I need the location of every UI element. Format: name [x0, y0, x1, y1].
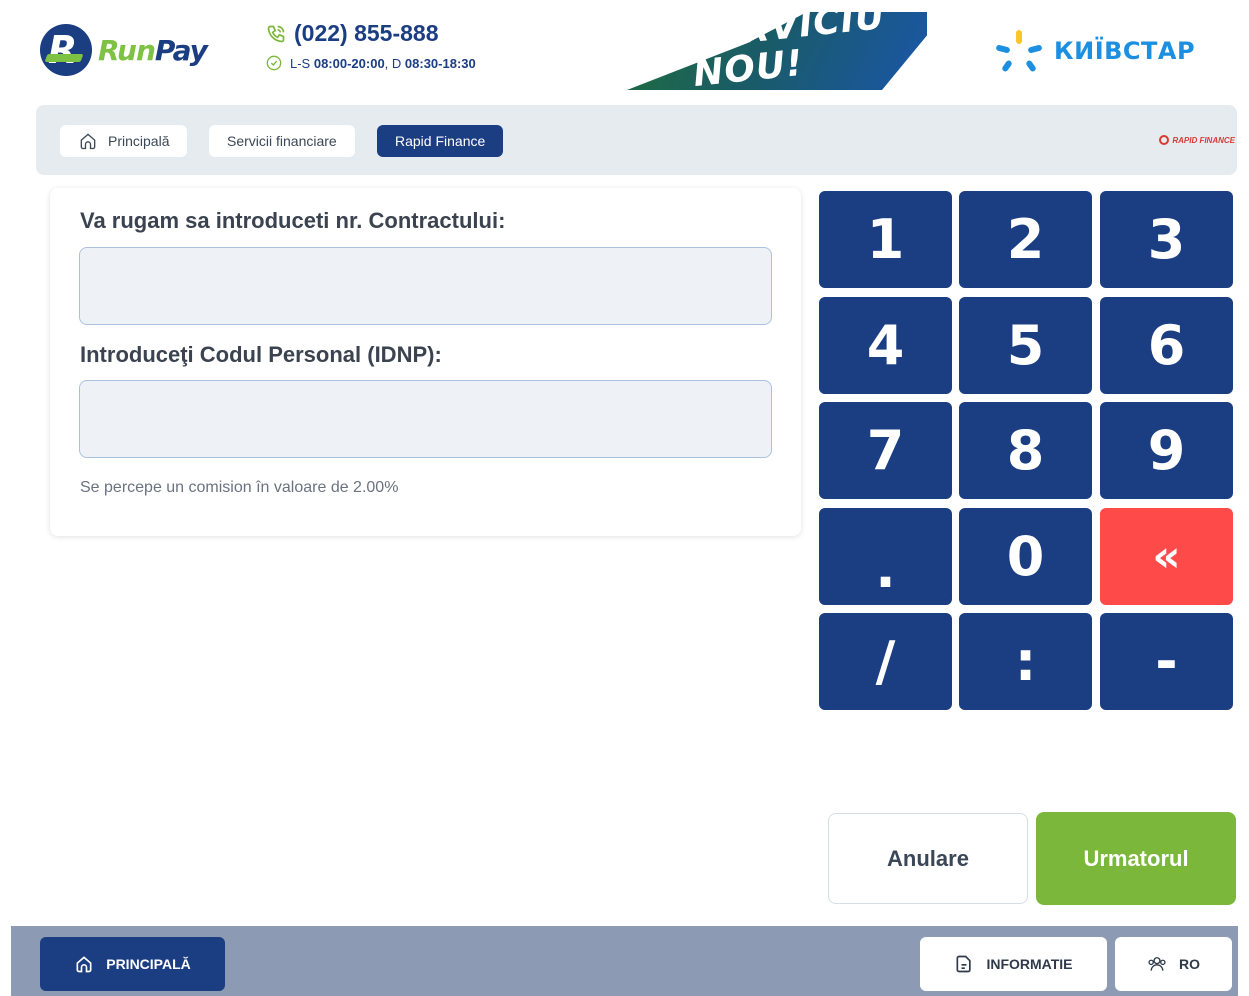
- footer-bar: PRINCIPALĂ INFORMATIE RO: [11, 926, 1238, 996]
- contact-info: (022) 855-888 L-S 08:00-20:00, D 08:30-1…: [266, 20, 476, 71]
- key-9[interactable]: 9: [1100, 402, 1233, 499]
- runpay-logo-text: RunPay: [98, 33, 208, 67]
- contract-label: Va rugam sa introduceti nr. Contractului…: [80, 208, 506, 233]
- breadcrumb-home[interactable]: Principală: [60, 125, 188, 157]
- users-icon: [1148, 957, 1166, 971]
- footer-home-button[interactable]: PRINCIPALĂ: [40, 937, 225, 991]
- home-icon: [80, 133, 96, 150]
- contract-number-input[interactable]: [79, 247, 772, 325]
- key-6[interactable]: 6: [1100, 297, 1233, 394]
- key-colon[interactable]: :: [959, 613, 1092, 710]
- language-button[interactable]: RO: [1115, 937, 1232, 991]
- breadcrumb-rapid-finance[interactable]: Rapid Finance: [377, 125, 504, 157]
- key-dot[interactable]: .: [819, 508, 952, 605]
- idnp-label: Introduceţi Codul Personal (IDNP):: [80, 342, 442, 367]
- key-8[interactable]: 8: [959, 402, 1092, 499]
- key-4[interactable]: 4: [819, 297, 952, 394]
- key-slash[interactable]: /: [819, 613, 952, 710]
- backspace-key[interactable]: «: [1100, 508, 1233, 605]
- hours-text: L-S 08:00-20:00, D 08:30-18:30: [290, 55, 476, 71]
- idnp-input[interactable]: [79, 380, 772, 458]
- key-7[interactable]: 7: [819, 402, 952, 499]
- key-5[interactable]: 5: [959, 297, 1092, 394]
- key-1[interactable]: 1: [819, 191, 952, 288]
- phone-number: (022) 855-888: [294, 20, 439, 46]
- working-hours: L-S 08:00-20:00, D 08:30-18:30: [266, 55, 476, 71]
- runpay-logo-mark: R: [40, 24, 92, 76]
- kyivstar-logo: КИЇВСТАР: [994, 28, 1195, 74]
- breadcrumb-financial-services[interactable]: Servicii financiare: [209, 125, 355, 157]
- breadcrumb: Principală Servicii financiare Rapid Fin…: [36, 105, 1237, 175]
- key-3[interactable]: 3: [1100, 191, 1233, 288]
- payment-form: Va rugam sa introduceti nr. Contractului…: [50, 188, 801, 536]
- header: R RunPay (022) 855-888 L-S 08:00-20:00, …: [0, 0, 1249, 98]
- footer-info-button[interactable]: INFORMATIE: [920, 937, 1107, 991]
- kyivstar-text: КИЇВСТАР: [1054, 37, 1196, 65]
- clock-icon: [266, 55, 282, 71]
- document-icon: [956, 955, 972, 973]
- rapid-finance-logo: RAPID FINANCE: [1159, 135, 1235, 145]
- phone-line: (022) 855-888: [266, 20, 476, 47]
- commission-note: Se percepe un comision în valoare de 2.0…: [80, 479, 399, 496]
- key-dash[interactable]: -: [1100, 613, 1233, 710]
- runpay-logo: R RunPay: [40, 24, 208, 76]
- phone-icon: [267, 25, 285, 42]
- home-icon: [76, 956, 92, 973]
- rapid-finance-logo-icon: [1159, 135, 1170, 145]
- key-0[interactable]: 0: [959, 508, 1092, 605]
- key-2[interactable]: 2: [959, 191, 1092, 288]
- new-service-banner[interactable]: SERVICIU NOU!: [627, 12, 927, 90]
- kyivstar-star-icon: [996, 30, 1042, 72]
- cancel-button[interactable]: Anulare: [828, 813, 1028, 904]
- next-button[interactable]: Urmatorul: [1036, 812, 1236, 905]
